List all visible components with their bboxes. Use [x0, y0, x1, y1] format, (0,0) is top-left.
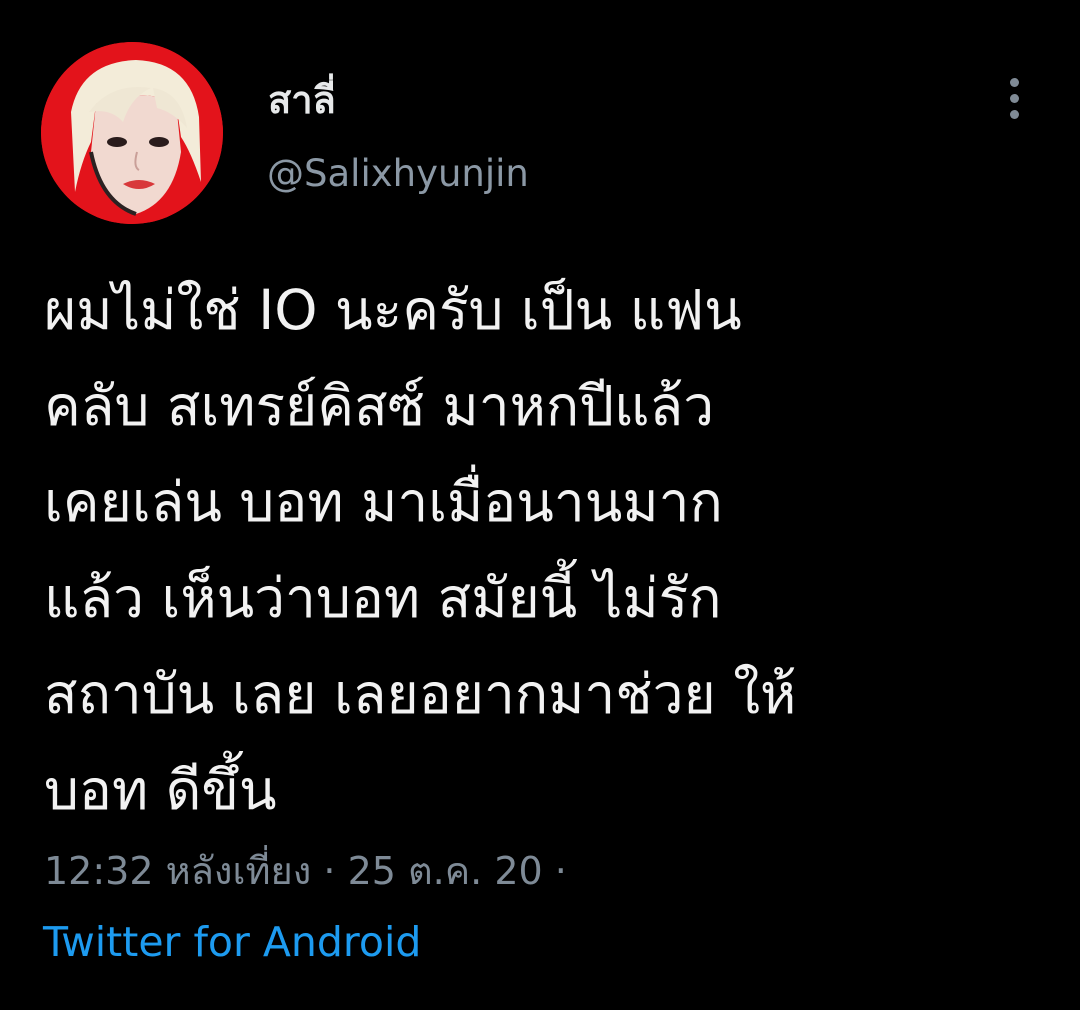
- avatar[interactable]: [41, 42, 223, 224]
- tweet-timestamp[interactable]: 12:32 หลังเที่ยง · 25 ต.ค. 20 ·: [44, 844, 567, 898]
- tweet-source-link[interactable]: Twitter for Android: [43, 914, 421, 970]
- author-handle[interactable]: @Salixhyunjin: [267, 150, 529, 198]
- more-vertical-icon: [1009, 77, 1019, 87]
- avatar-image: [41, 42, 223, 224]
- tweet: สาลี่ @Salixhyunjin ผมไม่ใช่ IO นะครับ เ…: [0, 0, 1080, 1010]
- tweet-text: ผมไม่ใช่ IO นะครับ เป็น แฟน คลับ สเทรย์ค…: [44, 278, 797, 822]
- author-display-name[interactable]: สาลี่: [268, 76, 336, 124]
- more-vertical-icon-dot: [1009, 109, 1019, 119]
- more-options-button[interactable]: [994, 70, 1034, 126]
- more-vertical-icon-dot: [1009, 93, 1019, 103]
